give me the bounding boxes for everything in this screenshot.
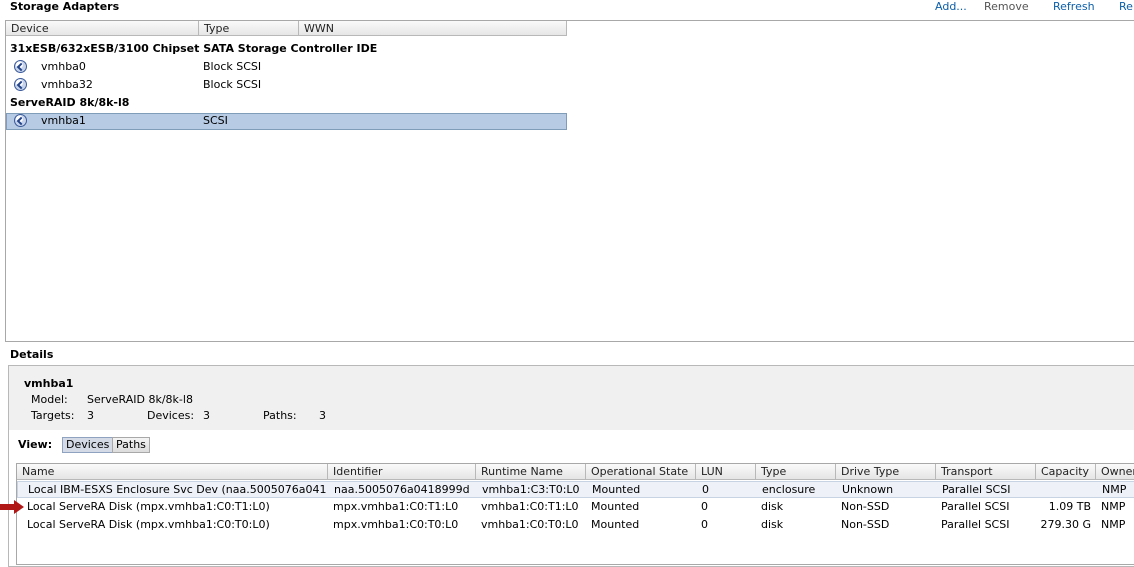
device-owner: NMP — [1101, 500, 1126, 513]
adapter-type: Block SCSI — [203, 60, 262, 73]
device-identifier: mpx.vmhba1:C0:T0:L0 — [333, 518, 459, 531]
red-arrow-icon — [0, 500, 24, 514]
column-header-owner[interactable]: Owner — [1096, 464, 1134, 480]
column-header-transport[interactable]: Transport — [936, 464, 1036, 480]
adapter-device: vmhba32 — [41, 78, 93, 91]
device-owner: NMP — [1102, 483, 1127, 496]
adapter-icon — [14, 60, 27, 73]
device-type: disk — [761, 518, 784, 531]
rescan-button[interactable]: Re — [1119, 0, 1133, 13]
adapter-type: Block SCSI — [203, 78, 262, 91]
model-value: ServeRAID 8k/8k-l8 — [87, 393, 193, 406]
device-state: Mounted — [592, 483, 641, 496]
view-label: View: — [18, 438, 53, 451]
devices-label: Devices: — [147, 409, 195, 422]
adapter-group-serveraid: ServeRAID 8k/8k-l8 — [10, 96, 130, 109]
paths-label: Paths: — [263, 409, 297, 422]
device-lun: 0 — [701, 500, 708, 513]
device-type: enclosure — [762, 483, 816, 496]
column-header-identifier[interactable]: Identifier — [328, 464, 476, 480]
device-identifier: mpx.vmhba1:C0:T1:L0 — [333, 500, 459, 513]
device-name: Local ServeRA Disk (mpx.vmhba1:C0:T0:L0) — [27, 518, 270, 531]
device-lun: 0 — [701, 518, 708, 531]
view-devices-button[interactable]: Devices — [62, 437, 114, 453]
details-panel: vmhba1 Model: ServeRAID 8k/8k-l8 Targets… — [8, 365, 1134, 567]
storage-adapters-table: Device Type WWN 31xESB/632xESB/3100 Chip… — [5, 20, 1134, 342]
column-header-operational-state[interactable]: Operational State — [586, 464, 696, 480]
device-runtime-name: vmhba1:C0:T0:L0 — [481, 518, 579, 531]
adapter-device: vmhba0 — [41, 60, 86, 73]
details-title: Details — [10, 348, 54, 361]
refresh-button[interactable]: Refresh — [1053, 0, 1095, 13]
adapter-row-vmhba1[interactable]: vmhba1 SCSI — [6, 113, 567, 130]
remove-button[interactable]: Remove — [984, 0, 1029, 13]
device-runtime-name: vmhba1:C3:T0:L0 — [482, 483, 580, 496]
device-transport: Parallel SCSI — [941, 500, 1010, 513]
table-row[interactable]: Local IBM-ESXS Enclosure Svc Dev (naa.50… — [17, 481, 1134, 498]
add-button[interactable]: Add... — [935, 0, 967, 13]
column-header-name[interactable]: Name — [17, 464, 328, 480]
device-transport: Parallel SCSI — [941, 518, 1010, 531]
column-header-capacity[interactable]: Capacity — [1036, 464, 1096, 480]
paths-value: 3 — [319, 409, 326, 422]
view-paths-button[interactable]: Paths — [112, 437, 150, 453]
device-drive-type: Non-SSD — [841, 500, 890, 513]
adapter-row-vmhba0[interactable]: vmhba0 Block SCSI — [6, 59, 567, 76]
column-header-wwn[interactable]: WWN — [299, 21, 567, 36]
adapter-type: SCSI — [203, 114, 228, 127]
device-name: Local ServeRA Disk (mpx.vmhba1:C0:T1:L0) — [27, 500, 270, 513]
device-state: Mounted — [591, 500, 640, 513]
adapter-table-header: Device Type WWN — [6, 21, 567, 37]
device-lun: 0 — [702, 483, 709, 496]
adapter-row-vmhba32[interactable]: vmhba32 Block SCSI — [6, 77, 567, 94]
devices-table: Name Identifier Runtime Name Operational… — [16, 463, 1134, 565]
adapter-device: vmhba1 — [41, 114, 86, 127]
column-header-device[interactable]: Device — [6, 21, 199, 36]
device-capacity: 279.30 G — [1040, 518, 1091, 531]
table-row[interactable]: Local ServeRA Disk (mpx.vmhba1:C0:T1:L0)… — [17, 499, 1134, 516]
adapter-icon — [14, 114, 27, 127]
device-name: Local IBM-ESXS Enclosure Svc Dev (naa.50… — [28, 483, 326, 496]
device-runtime-name: vmhba1:C0:T1:L0 — [481, 500, 579, 513]
adapter-summary: vmhba1 Model: ServeRAID 8k/8k-l8 Targets… — [9, 366, 1134, 430]
devices-value: 3 — [203, 409, 210, 422]
model-label: Model: — [31, 393, 68, 406]
device-drive-type: Non-SSD — [841, 518, 890, 531]
device-capacity: 1.09 TB — [1048, 500, 1091, 513]
device-type: disk — [761, 500, 784, 513]
targets-value: 3 — [87, 409, 94, 422]
device-state: Mounted — [591, 518, 640, 531]
device-identifier: naa.5005076a0418999d — [334, 483, 470, 496]
column-header-type[interactable]: Type — [199, 21, 299, 36]
table-row[interactable]: Local ServeRA Disk (mpx.vmhba1:C0:T0:L0)… — [17, 517, 1134, 534]
page-title: Storage Adapters — [10, 0, 120, 13]
targets-label: Targets: — [31, 409, 75, 422]
adapter-group-sata: 31xESB/632xESB/3100 Chipset SATA Storage… — [10, 42, 378, 55]
device-transport: Parallel SCSI — [942, 483, 1011, 496]
device-drive-type: Unknown — [842, 483, 894, 496]
column-header-lun[interactable]: LUN — [696, 464, 756, 480]
device-owner: NMP — [1101, 518, 1126, 531]
selected-adapter-name: vmhba1 — [24, 377, 74, 390]
column-header-runtime-name[interactable]: Runtime Name — [476, 464, 586, 480]
adapter-icon — [14, 78, 27, 91]
column-header-type[interactable]: Type — [756, 464, 836, 480]
column-header-drive-type[interactable]: Drive Type — [836, 464, 936, 480]
